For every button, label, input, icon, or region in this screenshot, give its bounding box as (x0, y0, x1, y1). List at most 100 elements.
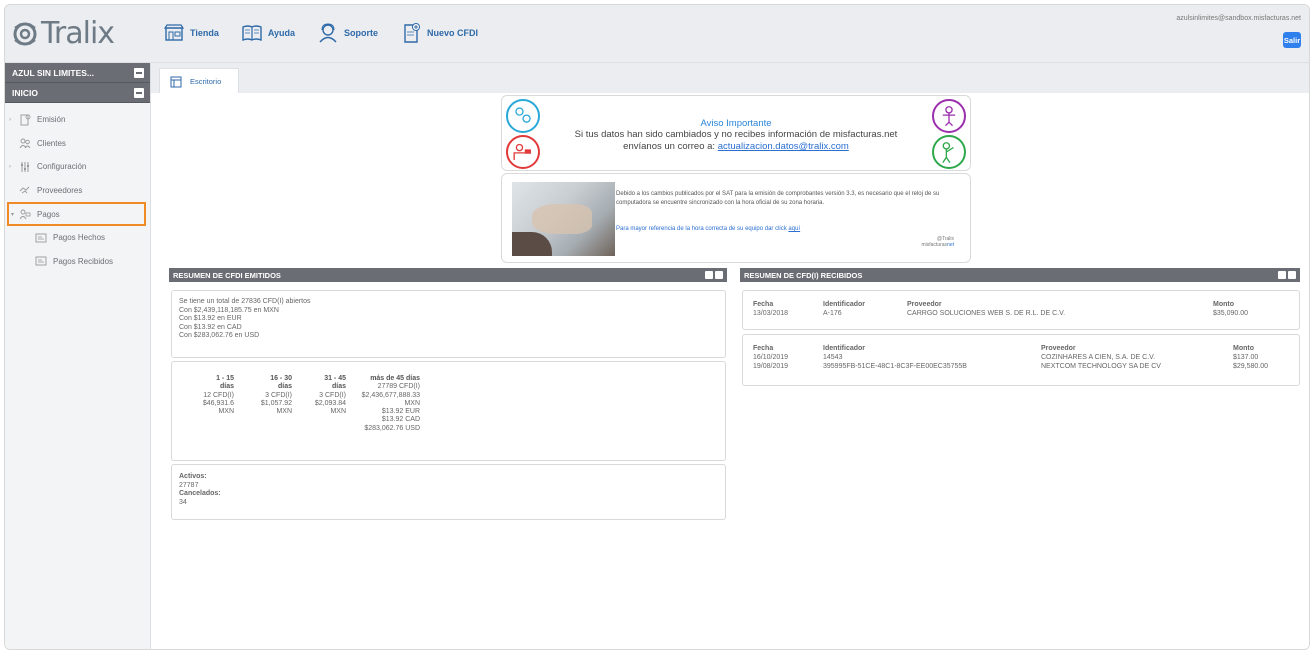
close-icon[interactable] (1288, 271, 1296, 279)
col-header-identificador: Identificador (823, 301, 866, 308)
cancelados-value: 34 (179, 498, 187, 506)
aging-column: más de 45 días 27789 CFD(I) $2,436,677,8… (348, 375, 420, 433)
aging-column: 31 - 45 días 3 CFD(I) $2,093.84 MXN (292, 375, 346, 416)
collapse-icon[interactable] (134, 88, 144, 98)
aging-header: 16 - 30 (270, 375, 292, 382)
notice-title: Aviso Importante (700, 118, 772, 129)
nav-nuevo-cfdi-label: Nuevo CFDI (427, 28, 479, 38)
tralix-logo-icon (13, 22, 37, 46)
book-icon (242, 25, 262, 42)
aging-value: 12 CFD(I) (203, 391, 234, 399)
aging-value: $1,057.92 (260, 399, 292, 407)
nav-ayuda-label: Ayuda (267, 28, 296, 38)
sliders-icon (21, 161, 29, 172)
nav-soporte[interactable]: Soporte (317, 22, 378, 44)
user-email: azulsinlimites@sandbox.misfacturas.net (1176, 15, 1301, 22)
sidebar-item-label: Pagos Recibidos (53, 256, 114, 266)
aging-value: $2,436,677,888.33 (361, 391, 420, 399)
col-header-monto: Monto (1213, 301, 1234, 308)
aging-value: $46,931.6 (202, 399, 234, 407)
close-icon[interactable] (715, 271, 723, 279)
aging-value: 3 CFD(I) (319, 391, 346, 399)
aging-column: 16 - 30 días 3 CFD(I) $1,057.92 MXN (236, 375, 292, 416)
emitidos-summary-card: Se tiene un total de 27836 CFD(I) abiert… (171, 290, 726, 358)
sat-reference-text: Para mayor referencia de la hora correct… (616, 226, 789, 232)
nav-tienda-label: Tienda (190, 28, 219, 38)
recibidos-panel-header: RESUMEN DE CFD(I) RECIBIDOS (740, 268, 1300, 282)
sidebar-item-label: Proveedores (37, 185, 83, 195)
sidebar-item-pagos[interactable]: ▾ Pagos (7, 202, 146, 226)
row-fecha: 19/08/2019 (753, 363, 789, 370)
aging-value: $13.92 CAD (381, 416, 420, 424)
top-header: Tralix Tienda Ayuda Soporte Nuevo CFDI a… (5, 5, 1309, 63)
sidebar-section-header[interactable]: INICIO (5, 83, 150, 103)
col-header-proveedor: Proveedor (907, 301, 942, 308)
sidebar: AZUL SIN LIMITES... INICIO › Emisión Cli… (5, 63, 151, 649)
notice-contact-prefix: envíanos un correo a: (623, 141, 718, 152)
tab-label: Escritorio (190, 77, 222, 86)
panel-title: RESUMEN DE CFDI EMITIDOS (173, 270, 281, 280)
sat-notice-text: Debido a los cambios publicados por el S… (616, 191, 940, 206)
chevron-right-icon: › (9, 163, 11, 170)
collapse-icon[interactable] (134, 68, 144, 78)
sidebar-item-clientes[interactable]: Clientes (5, 132, 150, 156)
time-reference-link[interactable]: aquí (788, 226, 800, 232)
sidebar-item-label: Configuración (37, 162, 87, 172)
top-nav: Tienda Ayuda Soporte Nuevo CFDI (163, 22, 500, 44)
emission-icon (20, 114, 31, 126)
sidebar-item-pagos-recibidos[interactable]: Pagos Recibidos (5, 250, 150, 274)
aging-value: $13.92 EUR (381, 408, 420, 416)
summary-line: Se tiene un total de 27836 CFD(I) abiert… (179, 298, 311, 305)
sidebar-item-label: Pagos (37, 209, 60, 219)
col-header-proveedor: Proveedor (1041, 345, 1076, 352)
summary-line: Con $13.92 en EUR (179, 315, 242, 322)
activos-value: 27787 (179, 481, 199, 489)
nav-tienda[interactable]: Tienda (163, 22, 219, 44)
sidebar-item-label: Pagos Hechos (53, 233, 106, 243)
emitidos-status-card: Activos: 27787 Cancelados: 34 (171, 464, 726, 520)
new-document-icon (404, 23, 421, 43)
aging-header: más de 45 días (370, 375, 420, 382)
company-name: AZUL SIN LIMITES... (12, 67, 95, 78)
sat-notice: Debido a los cambios publicados por el S… (501, 173, 971, 263)
summary-line: Con $13.92 en CAD (179, 323, 242, 331)
aging-header: 1 - 15 (216, 375, 234, 382)
tralix-logo[interactable]: Tralix (11, 16, 115, 51)
sidebar-item-configuracion[interactable]: › Configuración (5, 155, 150, 179)
summary-line: Con $2,439,118,185.75 en MXN (179, 306, 279, 314)
sat-reference: Para mayor referencia de la hora correct… (616, 226, 800, 232)
sidebar-item-emision[interactable]: › Emisión (5, 108, 150, 132)
signature-line: misfacturasnet (921, 242, 954, 248)
logo-text: Tralix (41, 16, 115, 51)
recibidos-card-2: Fecha Identificador Proveedor Monto 16/1… (742, 334, 1300, 386)
row-identificador: A-176 (823, 310, 842, 317)
important-notice: Aviso Importante Si tus datos han sido c… (501, 95, 971, 171)
row-identificador: 395995FB-51CE-48C1-8C3F-EE00EC35755B (823, 363, 967, 370)
sidebar-company-header[interactable]: AZUL SIN LIMITES... (5, 63, 150, 83)
row-fecha: 13/03/2018 (753, 310, 789, 317)
computer-photo (512, 182, 615, 256)
nav-nuevo-cfdi[interactable]: Nuevo CFDI (400, 22, 478, 44)
tab-bar: Escritorio (151, 63, 1309, 94)
sidebar-item-label: Emisión (37, 115, 66, 125)
logout-button[interactable]: Salir (1283, 32, 1301, 48)
row-monto: $29,580.00 (1233, 363, 1269, 370)
row-proveedor: CARRGO SOLUCIONES WEB S. DE R.L. DE C.V. (907, 310, 1066, 317)
nav-ayuda[interactable]: Ayuda (241, 22, 295, 44)
edit-icon[interactable] (1278, 271, 1286, 279)
sidebar-item-pagos-hechos[interactable]: Pagos Hechos (5, 226, 150, 250)
activos-label: Activos: (179, 473, 207, 480)
col-header-identificador: Identificador (823, 345, 866, 352)
col-header-monto: Monto (1233, 345, 1254, 352)
row-fecha: 16/10/2019 (753, 354, 789, 361)
nav-soporte-label: Soporte (344, 28, 379, 38)
tab-escritorio[interactable]: Escritorio (159, 68, 239, 94)
sidebar-item-proveedores[interactable]: Proveedores (5, 179, 150, 203)
users-icon (19, 138, 31, 149)
cancelados-label: Cancelados: (179, 490, 221, 497)
contact-email-link[interactable]: actualizacion.datos@tralix.com (718, 141, 849, 152)
store-icon (163, 24, 185, 41)
edit-icon[interactable] (705, 271, 713, 279)
aging-value: 3 CFD(I) (265, 391, 292, 399)
emitidos-panel-header: RESUMEN DE CFDI EMITIDOS (169, 268, 727, 282)
